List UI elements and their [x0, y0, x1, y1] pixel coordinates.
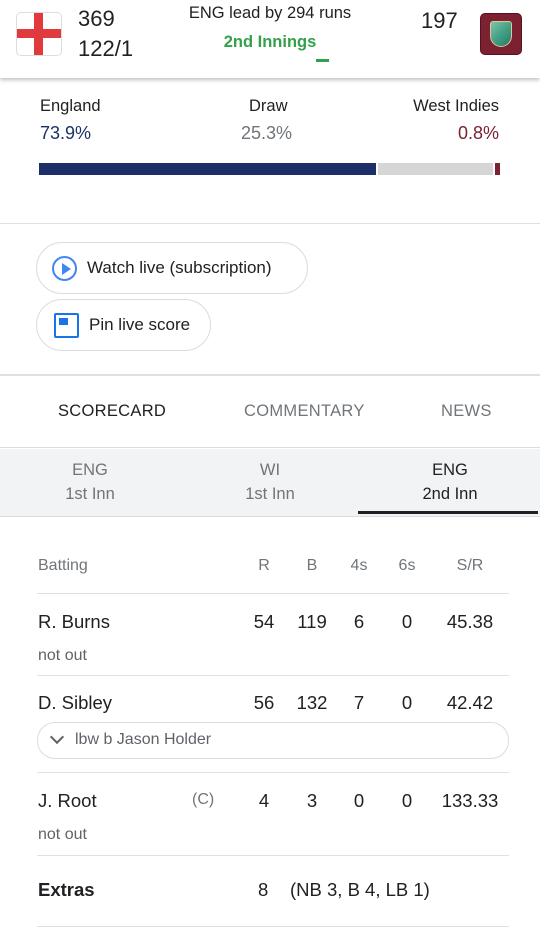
batsman-fours: 6 [353, 611, 365, 632]
batsman-balls: 132 [296, 692, 328, 713]
innings-tab-label: 2nd Inn [422, 485, 478, 503]
batsman-strike-rate: 42.42 [446, 692, 494, 713]
draw-prob-label: Draw [249, 97, 288, 115]
batsman-strike-rate: 45.38 [446, 611, 494, 632]
col-header-batting: Batting [38, 557, 88, 574]
extras-detail: (NB 3, B 4, LB 1) [290, 879, 430, 900]
tab-eng-1st-inn[interactable]: ENG 1st Inn [0, 458, 180, 506]
batsman-sixes: 0 [401, 790, 413, 811]
draw-prob-bar [378, 163, 493, 175]
watch-live-button[interactable]: Watch live (subscription) [36, 242, 308, 294]
home-second-innings-score: 122/1 [78, 36, 134, 61]
innings-indicator-underline [316, 59, 329, 62]
home-prob-bar [39, 163, 376, 175]
play-icon [52, 255, 77, 281]
innings-tab-team: ENG [432, 461, 468, 479]
row-divider [37, 593, 509, 594]
tab-commentary[interactable]: COMMENTARY [244, 402, 365, 421]
batsman-name[interactable]: D. Sibley [38, 692, 112, 714]
batsman-runs: 54 [253, 611, 275, 632]
batsman-status: not out [38, 647, 87, 664]
row-divider [37, 675, 509, 676]
win-probability-panel: England 73.9% Draw 25.3% West Indies 0.8… [0, 78, 540, 224]
chevron-down-icon [49, 729, 65, 745]
innings-tabs: ENG 1st Inn WI 1st Inn ENG 2nd Inn [0, 449, 540, 517]
batsman-balls: 119 [297, 611, 327, 632]
batsman-status: not out [38, 826, 87, 843]
away-score: 197 [421, 8, 458, 33]
row-divider [37, 926, 509, 927]
pin-live-score-button[interactable]: Pin live score [36, 299, 211, 351]
draw-prob-value: 25.3% [241, 123, 293, 143]
col-header-sixes: 6s [398, 557, 416, 574]
col-header-balls: B [306, 557, 318, 574]
col-header-strike-rate: S/R [456, 557, 484, 574]
tab-news[interactable]: NEWS [441, 402, 492, 421]
england-flag-icon [17, 13, 61, 55]
score-header: 369 122/1 ENG lead by 294 runs 2nd Innin… [0, 0, 540, 78]
batsman-fours: 7 [353, 692, 365, 713]
tab-eng-2nd-inn[interactable]: ENG 2nd Inn [360, 458, 540, 506]
batsman-strike-rate: 133.33 [441, 790, 499, 811]
row-divider [37, 855, 509, 856]
batsman-sixes: 0 [401, 692, 413, 713]
home-first-innings-score: 369 [78, 6, 115, 31]
col-header-runs: R [258, 557, 270, 574]
batsman-runs: 56 [253, 692, 275, 713]
home-prob-label: England [40, 97, 101, 115]
batsman-runs: 4 [258, 790, 270, 811]
captain-badge: (C) [192, 791, 215, 808]
away-prob-label: West Indies [413, 97, 499, 115]
innings-indicator[interactable]: 2nd Innings [150, 33, 390, 52]
west-indies-flag-icon [481, 14, 521, 54]
batsman-name[interactable]: J. Root [38, 790, 97, 812]
watch-live-label: Watch live (subscription) [87, 258, 272, 277]
batsman-name[interactable]: R. Burns [38, 611, 110, 633]
dismissal-expander[interactable]: lbw b Jason Holder [37, 722, 509, 759]
match-status: ENG lead by 294 runs [188, 4, 352, 22]
dismissal-text: lbw b Jason Holder [75, 731, 212, 748]
innings-tab-team: WI [259, 461, 281, 479]
tab-scorecard[interactable]: SCORECARD [58, 402, 166, 421]
row-divider [37, 772, 509, 773]
innings-tab-team: ENG [72, 461, 108, 479]
extras-total: 8 [258, 879, 269, 900]
batsman-fours: 0 [353, 790, 365, 811]
main-tabs: SCORECARD COMMENTARY NEWS [0, 376, 540, 448]
active-innings-underline [358, 511, 538, 514]
away-prob-bar [495, 163, 500, 175]
away-prob-value: 0.8% [457, 123, 499, 143]
batsman-sixes: 0 [401, 611, 413, 632]
tab-wi-1st-inn[interactable]: WI 1st Inn [180, 458, 360, 506]
pin-live-score-label: Pin live score [89, 315, 191, 334]
innings-tab-label: 1st Inn [245, 485, 295, 503]
col-header-fours: 4s [350, 557, 368, 574]
home-prob-value: 73.9% [40, 123, 92, 143]
batsman-balls: 3 [306, 790, 318, 811]
innings-tab-label: 1st Inn [65, 485, 115, 503]
extras-label: Extras [38, 879, 95, 900]
picture-in-picture-icon [54, 312, 79, 338]
